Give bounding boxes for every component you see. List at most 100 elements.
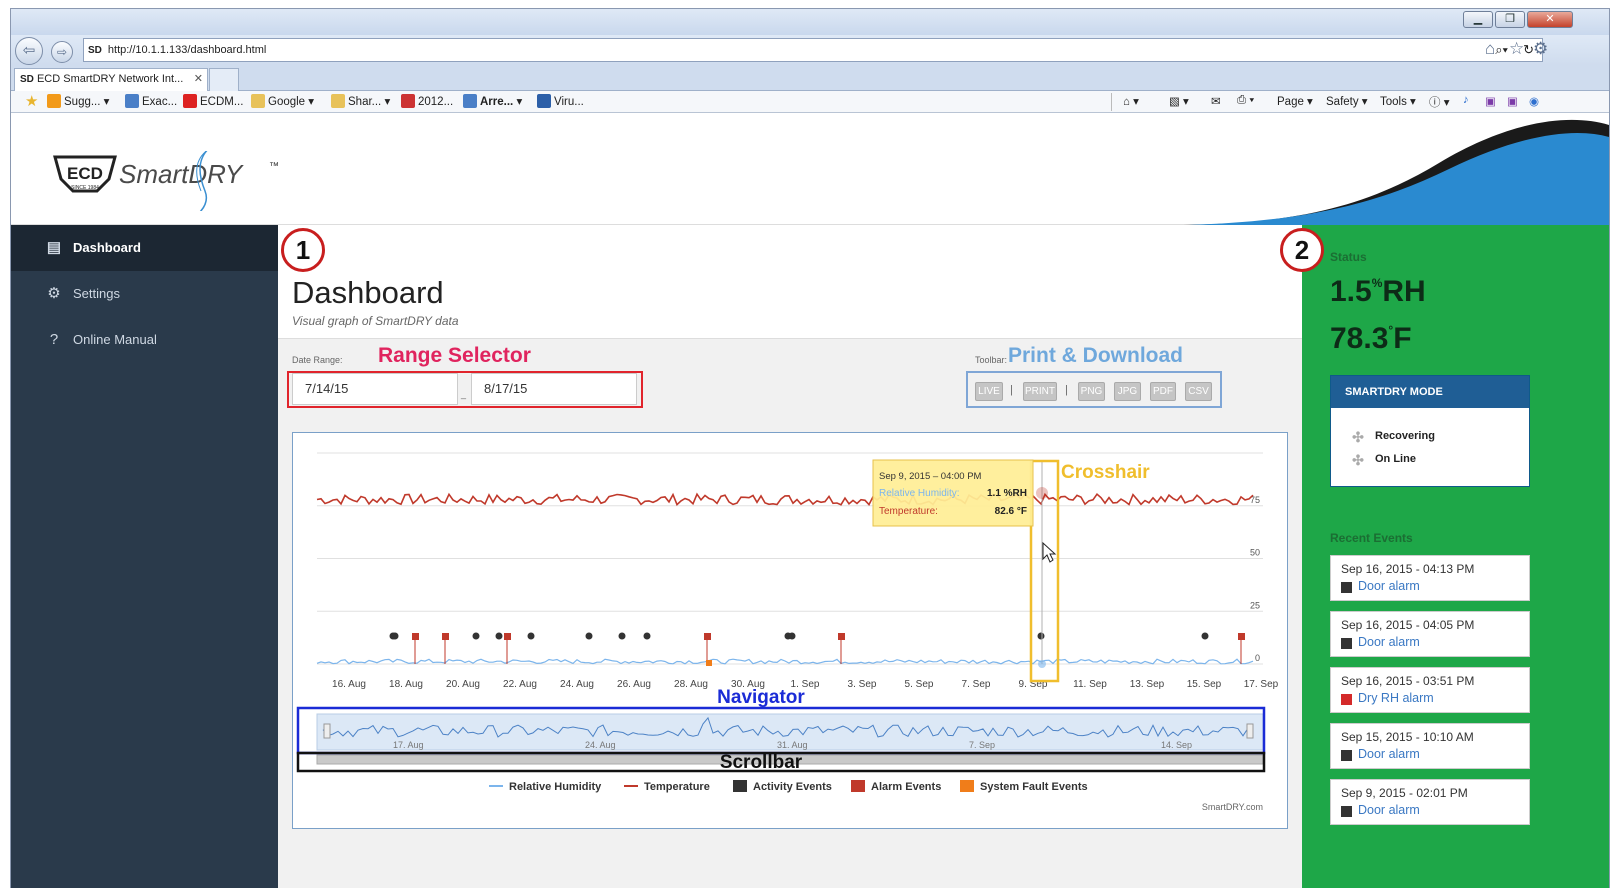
svg-text:ECD: ECD <box>67 164 103 183</box>
fav-item-arre[interactable]: Arre... ▾ <box>463 94 522 108</box>
address-bar[interactable]: SD http://10.1.1.133/dashboard.html ⌕▾ ↻ <box>83 38 1543 62</box>
legend-square-swatch <box>851 780 865 792</box>
csv-button[interactable]: CSV <box>1185 382 1212 401</box>
rss-feed-icon[interactable]: ▧ ▾ <box>1169 94 1189 108</box>
legend-label: Temperature <box>644 781 710 793</box>
event-card[interactable]: Sep 15, 2015 - 10:10 AM Door alarm <box>1330 723 1530 769</box>
tab-close-icon[interactable]: ✕ <box>194 69 203 90</box>
event-card[interactable]: Sep 16, 2015 - 03:51 PM Dry RH alarm <box>1330 667 1530 713</box>
legend-label: Alarm Events <box>871 781 941 793</box>
fav-item-sugg[interactable]: Sugg... ▾ <box>47 94 109 108</box>
humidity-readout: 1.5%RH <box>1330 275 1426 309</box>
event-type[interactable]: Door alarm <box>1358 803 1420 817</box>
addon-icon[interactable]: ♪ <box>1463 94 1469 106</box>
new-tab-button[interactable] <box>209 68 239 91</box>
fav-item-viru[interactable]: Viru... <box>537 94 584 108</box>
print-menu-icon[interactable]: ⎙ ▾ <box>1237 94 1254 107</box>
event-type[interactable]: Door alarm <box>1358 579 1420 593</box>
fav-item-google[interactable]: Google ▾ <box>251 94 314 108</box>
event-color-square <box>1341 694 1352 705</box>
page-menu[interactable]: Page ▾ <box>1277 94 1313 108</box>
event-card[interactable]: Sep 16, 2015 - 04:05 PM Door alarm <box>1330 611 1530 657</box>
humidity-series-line <box>316 658 1254 665</box>
home-icon[interactable]: ⌂ <box>1485 39 1495 59</box>
tooltip-rh-label: Relative Humidity: <box>879 488 960 499</box>
chart-credits: SmartDRY.com <box>1202 802 1263 812</box>
x-tick-label: 13. Sep <box>1130 679 1165 690</box>
status-label: Status <box>1330 250 1367 264</box>
sidebar-item-label: Online Manual <box>73 332 157 347</box>
fav-item-exac[interactable]: Exac... <box>125 94 177 108</box>
legend-label: Relative Humidity <box>509 781 602 793</box>
skype-icon[interactable]: ◉ <box>1529 94 1539 108</box>
minimize-button[interactable]: ▁ <box>1463 11 1493 28</box>
event-card[interactable]: Sep 9, 2015 - 02:01 PM Door alarm <box>1330 779 1530 825</box>
favorites-star-icon[interactable]: ★ <box>25 92 38 110</box>
calendar-icon: ▤ <box>46 239 62 256</box>
tools-gear-icon[interactable]: ⚙ <box>1533 39 1548 59</box>
event-type[interactable]: Door alarm <box>1358 635 1420 649</box>
activity-event-marker <box>495 632 503 640</box>
back-button[interactable]: ⇦ <box>15 37 43 65</box>
png-button[interactable]: PNG <box>1078 382 1105 401</box>
page-title: Dashboard <box>292 275 444 310</box>
event-time: Sep 16, 2015 - 04:13 PM <box>1341 562 1475 576</box>
sidebar-item-dashboard[interactable]: ▤ Dashboard <box>11 225 278 271</box>
forward-button[interactable]: ⇨ <box>51 41 73 63</box>
sidebar-item-online-manual[interactable]: ? Online Manual <box>11 317 278 363</box>
print-button[interactable]: PRINT <box>1023 382 1057 401</box>
callout-badge: 2 <box>1280 228 1324 272</box>
help-icon[interactable]: ⓘ ▾ <box>1429 94 1449 110</box>
fav-item-ecdm[interactable]: ECDM... <box>183 94 243 108</box>
sidebar-item-settings[interactable]: ⚙ Settings <box>11 271 278 317</box>
browser-window: ▁ ❐ ✕ ⇦ ⇨ SD http://10.1.1.133/dashboard.… <box>10 8 1610 888</box>
pdf-button[interactable]: PDF <box>1150 382 1176 401</box>
tab-dashboard[interactable]: SD ECD SmartDRY Network Int... ✕ <box>14 68 208 91</box>
tooltip-header: Sep 9, 2015 – 04:00 PM <box>879 471 982 482</box>
tooltip-temp-value: 82.6 °F <box>995 506 1027 517</box>
alarm-event-marker <box>838 633 845 640</box>
recent-events-label: Recent Events <box>1330 531 1413 545</box>
event-time: Sep 16, 2015 - 03:51 PM <box>1341 674 1475 688</box>
temperature-unit: F <box>1393 322 1412 355</box>
svg-text:SINCE 1984: SINCE 1984 <box>71 185 99 191</box>
navigator-tick-label: 17. Aug <box>393 740 424 750</box>
safety-menu[interactable]: Safety ▾ <box>1326 94 1368 108</box>
status-panel: 2 Status 1.5%RH 78.3°F SMARTDRY MODE ✣ Re… <box>1280 225 1609 888</box>
event-card[interactable]: Sep 16, 2015 - 04:13 PM Door alarm <box>1330 555 1530 601</box>
folder-icon <box>251 94 265 108</box>
smartdry-logo[interactable]: ECD SINCE 1984 SmartDRY ™ <box>53 144 283 214</box>
gear-icon: ⚙ <box>47 285 61 302</box>
site-header: ECD SINCE 1984 SmartDRY ™ <box>11 113 1609 225</box>
restore-button[interactable]: ❐ <box>1495 11 1525 28</box>
range-selector-annotation: Range Selector <box>378 344 531 367</box>
onenote-icon[interactable]: ▣ <box>1485 94 1496 108</box>
home-menu-icon[interactable]: ⌂ ▾ <box>1123 94 1139 108</box>
jpg-button[interactable]: JPG <box>1114 382 1141 401</box>
sidebar-item-label: Dashboard <box>73 240 141 255</box>
humidity-temperature-chart[interactable]: 025507516. Aug 18. Aug 20. Aug 22. Aug 24. A… <box>293 433 1289 830</box>
humidity-unit: RH <box>1382 275 1426 308</box>
x-tick-label: 24. Aug <box>560 679 594 690</box>
favorites-star-icon[interactable]: ☆ <box>1509 39 1524 59</box>
fav-item-shar[interactable]: Shar... ▾ <box>331 94 390 108</box>
close-window-button[interactable]: ✕ <box>1527 11 1573 28</box>
date-from-input[interactable]: 7/14/15 <box>292 373 458 405</box>
mail-icon[interactable]: ✉ <box>1211 94 1221 108</box>
x-tick-label: 5. Sep <box>905 679 934 690</box>
search-icon[interactable]: ⌕▾ <box>1495 39 1508 61</box>
folder-icon <box>331 94 345 108</box>
activity-event-marker <box>618 632 626 640</box>
research-icon[interactable]: ▣ <box>1507 94 1518 108</box>
legend-square-swatch <box>960 780 974 792</box>
fav-item-2012[interactable]: 2012... <box>401 94 453 108</box>
activity-event-marker <box>788 632 796 640</box>
tab-title: ECD SmartDRY Network Int... <box>36 73 184 85</box>
live-button[interactable]: LIVE <box>975 382 1003 401</box>
header-wave-graphic <box>1169 119 1609 225</box>
humidity-unit-sup: % <box>1371 276 1383 290</box>
event-type[interactable]: Door alarm <box>1358 747 1420 761</box>
date-to-input[interactable]: 8/17/15 <box>471 373 637 405</box>
tools-menu[interactable]: Tools ▾ <box>1380 94 1416 108</box>
event-type[interactable]: Dry RH alarm <box>1358 691 1434 705</box>
